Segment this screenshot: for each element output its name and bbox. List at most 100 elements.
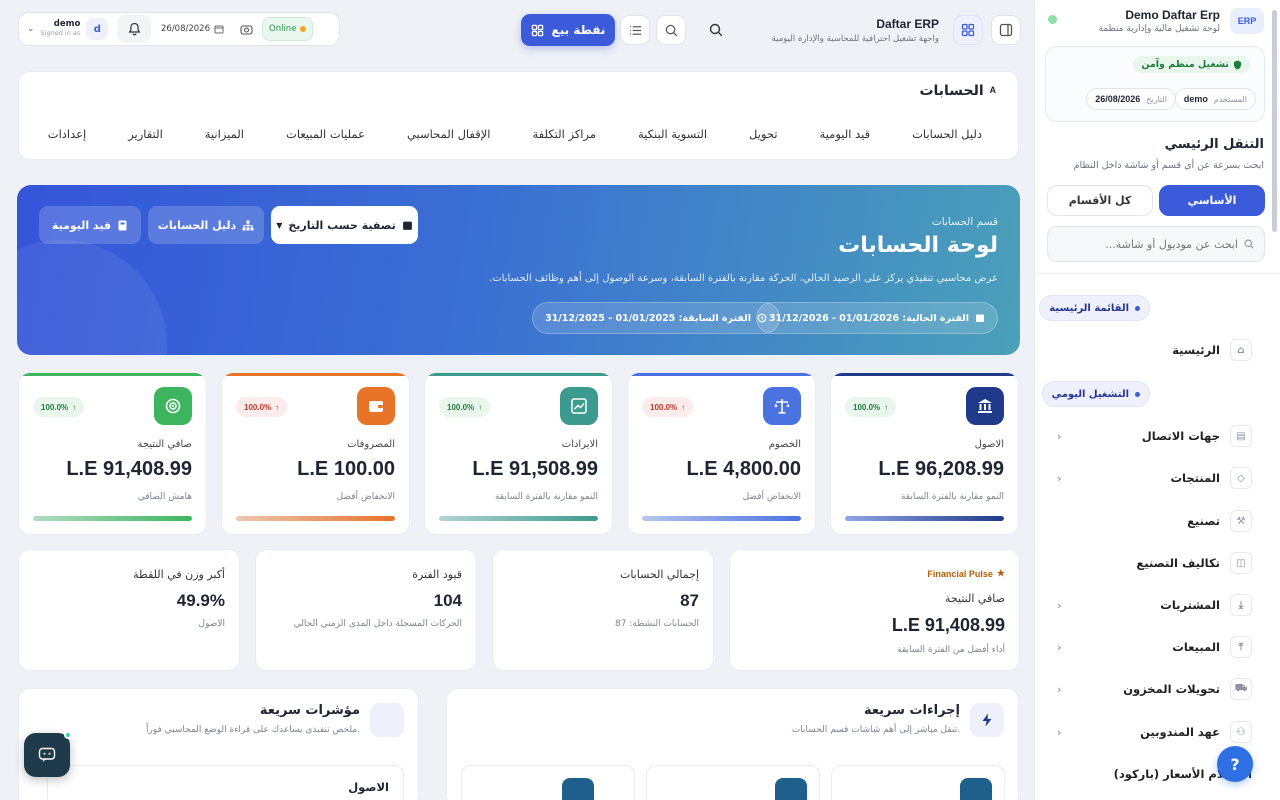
- sidebar-brand: ERP Demo Daftar Erp لوحة تشغيل مالية وإد…: [1099, 8, 1264, 34]
- sidebar-scrollbar[interactable]: [1272, 10, 1277, 232]
- group-main-menu[interactable]: القائمة الرئيسية: [1039, 295, 1150, 321]
- list-view-button[interactable]: [620, 15, 650, 45]
- arrow-up-icon: ↑: [72, 402, 77, 412]
- sidebar-item[interactable]: ⚒ تصنيع: [1047, 505, 1252, 537]
- brand-subtitle: لوحة تشغيل مالية وإدارية منظمة: [1098, 24, 1220, 34]
- quick-actions-sub: تنقل مباشر إلى أهم شاشات قسم الحسابات.: [791, 725, 960, 735]
- sidebar-toggle-icon: [999, 23, 1013, 37]
- module-menu-item[interactable]: الإقفال المحاسبي: [407, 127, 491, 141]
- download-icon: ⤓: [1230, 594, 1252, 616]
- chart-icon: [370, 703, 404, 737]
- kpi-progress-bar: [845, 516, 1004, 521]
- notifications-button[interactable]: [117, 15, 151, 43]
- factory-icon: ⚒: [1230, 510, 1252, 532]
- quick-action-card[interactable]: [831, 765, 1005, 800]
- bullet-icon: [1135, 391, 1140, 397]
- kpi-sub: النمو مقارنة بالفترة السابقة: [900, 492, 1004, 502]
- calendar-icon: [976, 314, 984, 322]
- bullet-icon: [1135, 305, 1140, 311]
- stat-label: إجمالي الحسابات: [619, 568, 699, 581]
- sidebar-item[interactable]: ⤒ المبيعات ›: [1047, 631, 1252, 663]
- module-menu-item[interactable]: الميزانية: [205, 127, 244, 141]
- kpi-card: 100.0% ↑ الايرادات L.E 91,508.99 النمو مقارن…: [424, 372, 613, 535]
- date-pill-label: التاريخ: [1146, 94, 1167, 104]
- sitemap-icon: [960, 778, 992, 800]
- pos-label: نقطة بيع: [551, 23, 606, 37]
- collapse-sidebar-button[interactable]: [991, 15, 1021, 45]
- help-button[interactable]: ?: [1217, 746, 1253, 782]
- module-menu-item[interactable]: عمليات المبيعات: [286, 127, 365, 141]
- sidebar-item[interactable]: ⌂ الرئيسية: [1047, 334, 1252, 366]
- group-daily-ops[interactable]: التشغيل اليومي: [1041, 381, 1150, 407]
- global-search-button[interactable]: [704, 18, 728, 42]
- date-pill-value: 26/08/2026: [1095, 94, 1141, 104]
- hero-title: لوحة الحسابات: [838, 233, 998, 258]
- sidebar-item-label: المنتجات: [1170, 471, 1220, 485]
- apps-grid-button[interactable]: [953, 15, 983, 45]
- module-menu-item[interactable]: قيد اليومية: [820, 127, 871, 141]
- quick-actions-panel: إجراءات سريعة تنقل مباشر إلى أهم شاشات ق…: [446, 688, 1019, 800]
- quick-action-card[interactable]: [646, 765, 820, 800]
- kpi-accent-line: [628, 373, 815, 376]
- sidebar-item[interactable]: ▤ جهات الاتصال ›: [1047, 420, 1252, 452]
- search-icon: [665, 24, 677, 36]
- kpi-progress-fill: [845, 516, 1004, 521]
- session-card: تشغيل منظم وآمن المستخدم demo التاريخ 26…: [1045, 46, 1265, 122]
- search-button[interactable]: [656, 15, 686, 45]
- sidebar-item-label: المبيعات: [1172, 640, 1220, 654]
- sidebar-item[interactable]: ◇ المنتجات ›: [1047, 462, 1252, 494]
- tab-basic[interactable]: الأساسي: [1159, 185, 1265, 216]
- arrow-up-icon: ↑: [884, 402, 889, 412]
- grid-icon: [531, 24, 543, 36]
- module-menu-item[interactable]: التقارير: [128, 127, 163, 141]
- sidebar-item[interactable]: ⤓ المشتريات ›: [1047, 589, 1252, 621]
- module-menu-item[interactable]: إعدادات: [48, 127, 86, 141]
- module-menu-item[interactable]: التسوية البنكية: [638, 127, 707, 141]
- arrow-up-icon: ↑: [478, 402, 483, 412]
- user-menu[interactable]: ⌄ demo Signed in as d: [23, 15, 113, 43]
- sidebar-search-input[interactable]: [1068, 237, 1238, 251]
- kpi-card: 100.0% ↑ الاصول L.E 96,208.99 النمو مقارنة ب…: [830, 372, 1019, 535]
- stat-label: أكبر وزن في اللقطة: [133, 568, 225, 581]
- module-menu-item[interactable]: مراكز التكلفة: [533, 127, 597, 141]
- module-menu-item[interactable]: تحويل: [749, 127, 777, 141]
- sidebar-item[interactable]: ◫ تكاليف التصنيع: [1047, 547, 1252, 579]
- journal-entry-button[interactable]: قيد اليومية: [39, 206, 141, 244]
- stat-sub: الحركات المسجلة داخل المدى الزمني الحالي: [293, 619, 462, 629]
- home-icon: ⌂: [1230, 339, 1252, 361]
- kpi-value: L.E 4,800.00: [686, 458, 801, 480]
- calendar-icon: [214, 25, 224, 34]
- chat-icon: [38, 747, 56, 762]
- kpi-icon: [357, 387, 395, 425]
- previous-period-chip: الفترة السابقة: 01/01/2025 - 31/12/2025: [532, 302, 780, 334]
- camera-button[interactable]: [234, 17, 258, 41]
- sidebar-item[interactable]: ⛟ تحويلات المخزون ›: [1047, 673, 1252, 705]
- history-icon: [757, 313, 767, 323]
- chart-of-accounts-button[interactable]: دليل الحسابات: [148, 206, 264, 244]
- kpi-sub: النمو مقارنة بالفترة السابقة: [494, 492, 598, 502]
- tab-all-sections[interactable]: كل الأقسام: [1047, 185, 1153, 216]
- kpi-progress-bar: [642, 516, 801, 521]
- financial-pulse-tag: Financial Pulse ★: [927, 568, 1005, 579]
- book-icon: [118, 220, 127, 230]
- sidebar-item[interactable]: ⚇ عهد المندوبين ›: [1047, 716, 1252, 748]
- chat-button[interactable]: [24, 731, 72, 777]
- module-menu-item[interactable]: دليل الحسابات: [912, 127, 982, 141]
- sidebar-item-label: تكاليف التصنيع: [1136, 556, 1220, 570]
- kpi-progress-fill: [33, 516, 192, 521]
- search-icon: [1244, 239, 1254, 249]
- stat-label: صافي النتيجة: [945, 592, 1005, 605]
- kpi-sub: هامش الصافي: [137, 492, 192, 502]
- quick-action-card[interactable]: [461, 765, 635, 800]
- pos-button[interactable]: نقطة بيع: [521, 14, 615, 46]
- star-icon: ★: [996, 568, 1005, 578]
- chevron-down-icon: ⌄: [27, 24, 35, 34]
- target-icon: [165, 398, 181, 414]
- stat-card-total-accounts: إجمالي الحسابات 87 الحسابات النشطة: 87: [492, 549, 714, 671]
- date-display[interactable]: 26/08/2026: [155, 24, 230, 34]
- date-filter-button[interactable]: تصفية حسب التاريخ ▼: [271, 206, 418, 244]
- lightning-icon: [970, 703, 1004, 737]
- status-dot-icon: [1048, 15, 1057, 24]
- stat-value: 104: [433, 591, 462, 610]
- grid-icon: [961, 23, 975, 37]
